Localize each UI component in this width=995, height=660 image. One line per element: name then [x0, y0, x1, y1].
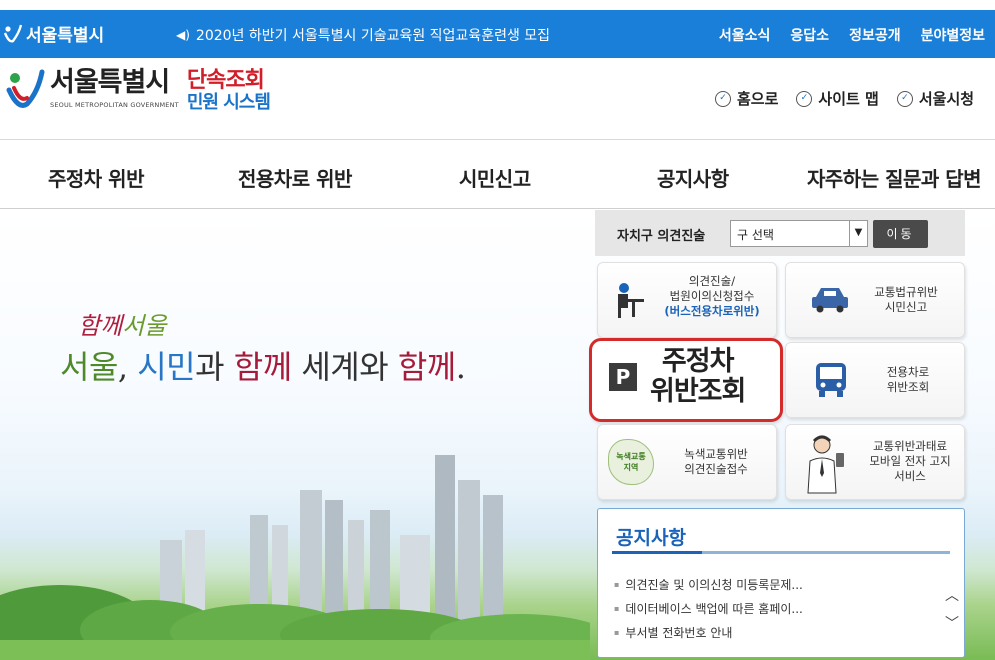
notice-scroll-controls: ︿ ﹀: [942, 585, 962, 633]
check-circle-icon: ✓: [715, 90, 731, 107]
tile-lane-text: 전용차로 위반조회: [860, 365, 956, 395]
slogan-citizen: 시민: [137, 348, 196, 386]
slogan-together-1: 함께: [233, 348, 292, 386]
tile-report-line2: 시민신고: [884, 300, 928, 314]
tile-opinion-text: 의견진술/ 법원이의신청접수 (버스전용차로위반): [648, 274, 776, 319]
person-phone-icon: [807, 435, 844, 494]
check-circle-icon: ✓: [796, 90, 813, 107]
notice-item[interactable]: 부서별 전화번호 안내: [614, 621, 803, 645]
tile-lane-line1: 전용차로: [886, 365, 930, 379]
top-bar: 서울특별시 ◀) 2020년 하반기 서울특별시 기술교육원 직업교육훈련생 모…: [0, 10, 995, 58]
tile-mobile-line3: 서비스: [894, 469, 926, 483]
seoul-logo-small[interactable]: 서울특별시: [4, 21, 104, 46]
util-home[interactable]: ✓ 홈으로: [715, 88, 778, 109]
seoul-emblem-icon: [4, 24, 22, 43]
nav-parking-violation[interactable]: 주정차 위반: [48, 163, 144, 192]
system-title-line1: 단속조회: [186, 68, 265, 93]
notice-box-title[interactable]: 공지사항: [616, 523, 686, 550]
system-title-line2: 민원 시스템: [186, 92, 271, 113]
chevron-up-icon[interactable]: ︿: [942, 585, 962, 605]
tile-green-line2: 의견진술접수: [684, 462, 748, 476]
desk-person-icon: [618, 283, 644, 318]
green-zone-badge-icon: 녹색교통 지역: [608, 439, 654, 485]
tile-parking-line1: 주정차: [661, 346, 735, 377]
tile-green-text: 녹색교통위반 의견진술접수: [658, 447, 774, 477]
tile-mobile-line1: 교통위반과태료: [872, 439, 948, 453]
slogan-seoul: 서울: [60, 348, 118, 386]
tile-parking-text: 주정차 위반조회: [650, 346, 746, 407]
top-link-response[interactable]: 응답소: [790, 25, 829, 45]
district-opinion-bar: 자치구 의견진술 구 선택 ▼ 이동: [595, 210, 965, 256]
tile-traffic-report[interactable]: 교통법규위반 시민신고: [785, 262, 965, 338]
top-link-info[interactable]: 정보공개: [849, 25, 901, 45]
top-link-category[interactable]: 분야별정보: [921, 25, 985, 45]
brand-name-en: SEOUL METROPOLITAN GOVERNMENT: [50, 101, 179, 109]
nav-notices[interactable]: 공지사항: [657, 163, 729, 192]
site-header: 서울특별시 SEOUL METROPOLITAN GOVERNMENT 단속조회…: [0, 58, 995, 140]
tile-lane-lookup[interactable]: 전용차로 위반조회: [785, 342, 965, 418]
nav-citizen-report[interactable]: 시민신고: [459, 163, 531, 192]
utility-links: ✓ 홈으로 ✓ 사이트 맵 ✓ 서울시청: [715, 88, 974, 109]
top-notice[interactable]: ◀) 2020년 하반기 서울특별시 기술교육원 직업교육훈련생 모집: [176, 25, 550, 45]
notice-list: 의견진술 및 이의신청 미등록문제... 데이터베이스 백업에 따른 홈페이..…: [614, 573, 803, 645]
top-notice-text: 2020년 하반기 서울특별시 기술교육원 직업교육훈련생 모집: [195, 28, 551, 44]
slogan-comma: ,: [117, 348, 138, 386]
util-cityhall-label: 서울시청: [918, 90, 975, 108]
brand-logo[interactable]: 서울특별시 SEOUL METROPOLITAN GOVERNMENT 단속조회…: [6, 66, 271, 116]
hero-slogan-sub: 함께서울: [78, 306, 166, 341]
chevron-down-icon: ▼: [849, 221, 867, 246]
tile-report-line1: 교통법규위반: [874, 285, 938, 299]
notice-divider: [612, 551, 950, 554]
tile-green-traffic[interactable]: 녹색교통 지역 녹색교통위반 의견진술접수: [597, 424, 777, 500]
tile-opinion-line1: 의견진술/: [688, 274, 736, 288]
hero-slogan: 서울, 시민과 함께 세계와 함께.: [60, 342, 466, 388]
tile-green-line1: 녹색교통위반: [684, 447, 748, 461]
chevron-down-icon[interactable]: ﹀: [942, 613, 962, 633]
hero-sub-together: 함께: [78, 312, 123, 340]
nav-faq[interactable]: 자주하는 질문과 답변: [807, 163, 982, 192]
notice-item[interactable]: 의견진술 및 이의신청 미등록문제...: [614, 573, 802, 597]
district-opinion-label: 자치구 의견진술: [617, 229, 706, 244]
tile-opinion-objection[interactable]: 의견진술/ 법원이의신청접수 (버스전용차로위반): [597, 262, 777, 338]
car-icon: [812, 288, 848, 313]
tile-lane-line2: 위반조회: [886, 380, 930, 394]
notice-item[interactable]: 데이터베이스 백업에 따른 홈페이...: [614, 597, 802, 621]
nav-lane-violation[interactable]: 전용차로 위반: [238, 163, 352, 192]
slogan-period: .: [455, 348, 466, 386]
speaker-icon: ◀): [176, 28, 190, 42]
slogan-world: 세계와: [291, 348, 398, 386]
tile-mobile-text: 교통위반과태료 모바일 전자 고지 서비스: [856, 439, 964, 484]
top-links: 서울소식 응답소 정보공개 분야별정보: [719, 25, 985, 45]
seoul-emblem-icon: [6, 69, 45, 108]
top-link-news[interactable]: 서울소식: [719, 25, 771, 45]
district-select-value: 구 선택: [737, 228, 774, 242]
slogan-together-2: 함께: [397, 348, 456, 386]
seoul-logo-text: 서울특별시: [26, 26, 105, 46]
city-skyline-illustration: [0, 455, 590, 660]
util-sitemap-label: 사이트 맵: [818, 90, 879, 108]
main-nav: 주정차 위반 전용차로 위반 시민신고 공지사항 자주하는 질문과 답변: [0, 141, 995, 209]
service-panel: 자치구 의견진술 구 선택 ▼ 이동 의견진술/ 법원이의신청접수 (버스전용차…: [589, 210, 967, 660]
tile-opinion-line2: 법원이의신청접수: [669, 289, 755, 303]
district-select[interactable]: 구 선택 ▼: [730, 220, 868, 247]
slogan-and: 과: [195, 348, 234, 386]
hero-sub-seoul: 서울: [122, 312, 167, 340]
tile-report-text: 교통법규위반 시민신고: [856, 285, 956, 315]
brand-name: 서울특별시: [50, 67, 170, 98]
notice-box: 공지사항 의견진술 및 이의신청 미등록문제... 데이터베이스 백업에 따른 …: [597, 508, 965, 658]
parking-p-icon: P: [609, 363, 637, 391]
tile-opinion-line3: (버스전용차로위반): [664, 304, 760, 318]
tile-mobile-line2: 모바일 전자 고지: [869, 454, 951, 468]
check-circle-icon: ✓: [896, 90, 913, 107]
util-sitemap[interactable]: ✓ 사이트 맵: [796, 88, 879, 109]
util-home-label: 홈으로: [737, 90, 779, 108]
bus-icon: [816, 363, 846, 397]
district-go-button[interactable]: 이동: [873, 220, 928, 248]
tile-parking-line2: 위반조회: [650, 376, 746, 407]
tile-mobile-notice[interactable]: 교통위반과태료 모바일 전자 고지 서비스: [785, 424, 965, 500]
util-cityhall[interactable]: ✓ 서울시청: [896, 88, 975, 109]
tile-parking-lookup[interactable]: P 주정차 위반조회: [589, 338, 783, 422]
